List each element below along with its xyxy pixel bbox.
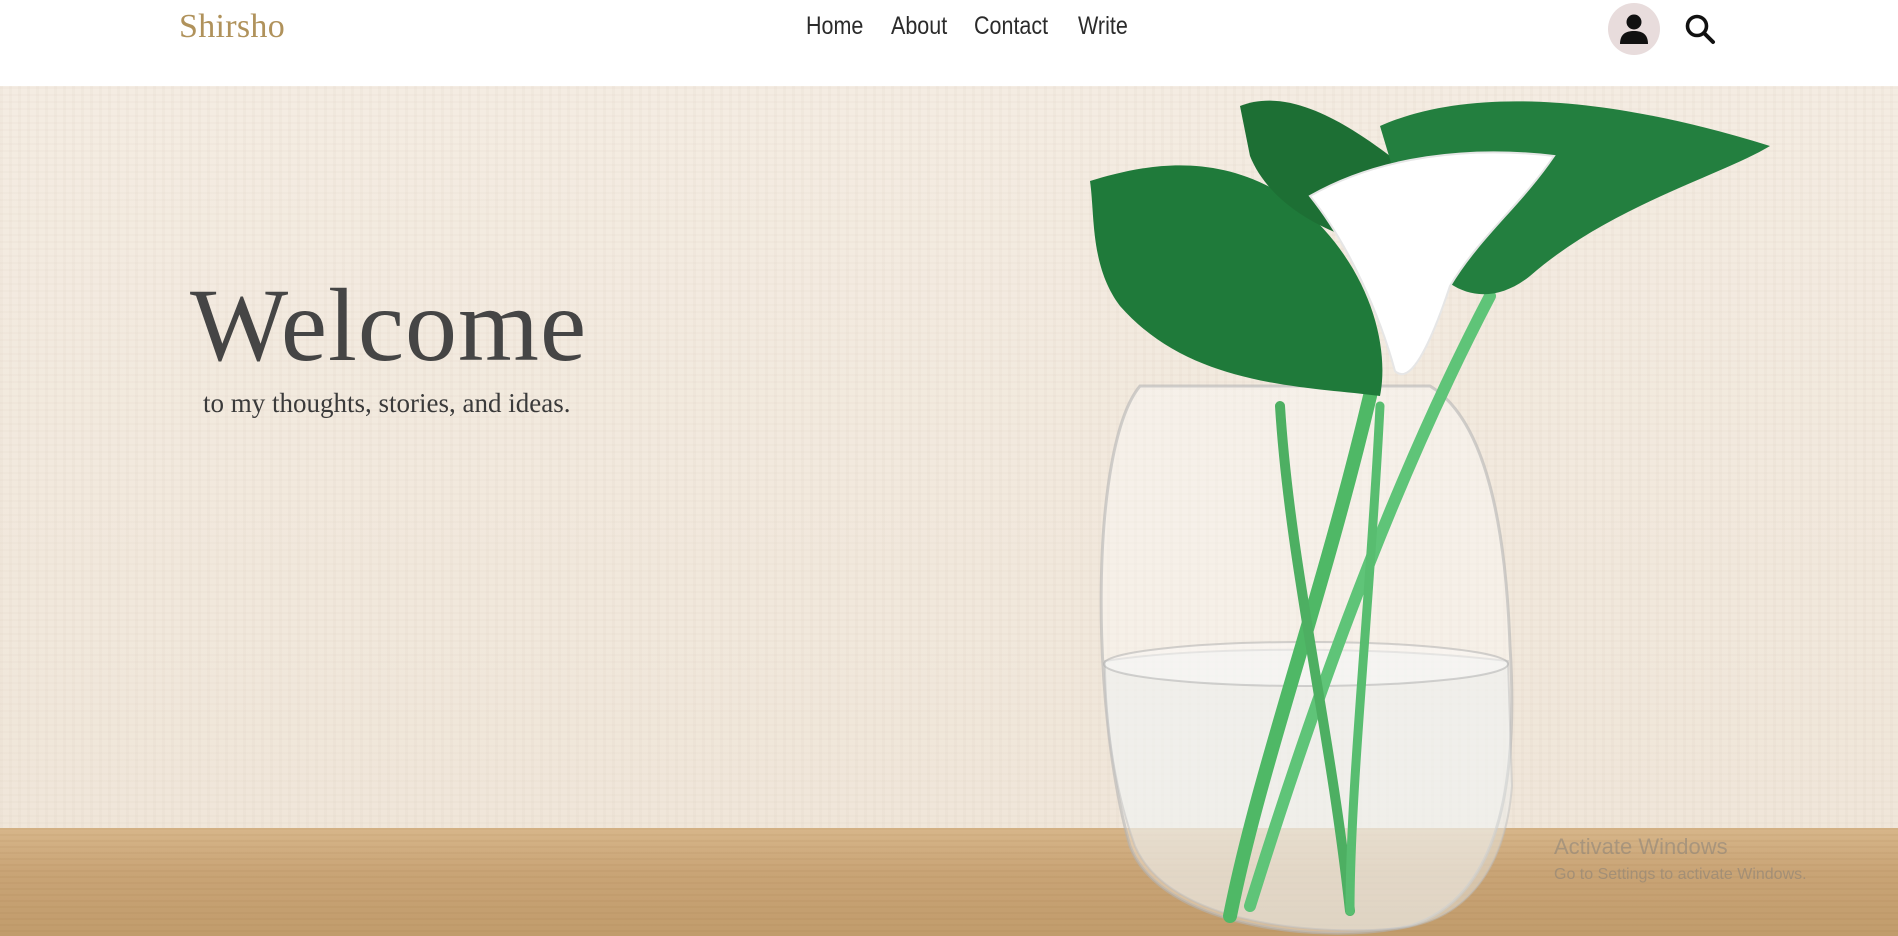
search-button[interactable] xyxy=(1683,12,1717,46)
brand-logo[interactable]: Shirsho xyxy=(179,8,285,46)
nav-link-contact[interactable]: Contact xyxy=(974,12,1048,41)
profile-avatar[interactable] xyxy=(1608,3,1660,55)
hero-subtitle: to my thoughts, stories, and ideas. xyxy=(203,388,571,418)
os-activation-watermark: Activate Windows Go to Settings to activ… xyxy=(1554,834,1807,884)
main-nav: Home About Contact Write xyxy=(806,12,1130,41)
user-icon xyxy=(1620,14,1648,44)
nav-link-write[interactable]: Write xyxy=(1078,12,1128,41)
hero-section: Welcome to my thoughts, stories, and ide… xyxy=(0,86,1898,936)
watermark-title: Activate Windows xyxy=(1554,834,1728,859)
nav-link-home[interactable]: Home xyxy=(806,12,863,41)
nav-link-about[interactable]: About xyxy=(891,12,947,41)
top-navbar: Shirsho Home About Contact Write xyxy=(0,0,1898,86)
search-icon xyxy=(1685,14,1715,44)
hero-title: Welcome xyxy=(190,268,588,383)
hero-plant-vase-image xyxy=(1090,100,1770,935)
watermark-subtitle: Go to Settings to activate Windows. xyxy=(1554,866,1807,883)
